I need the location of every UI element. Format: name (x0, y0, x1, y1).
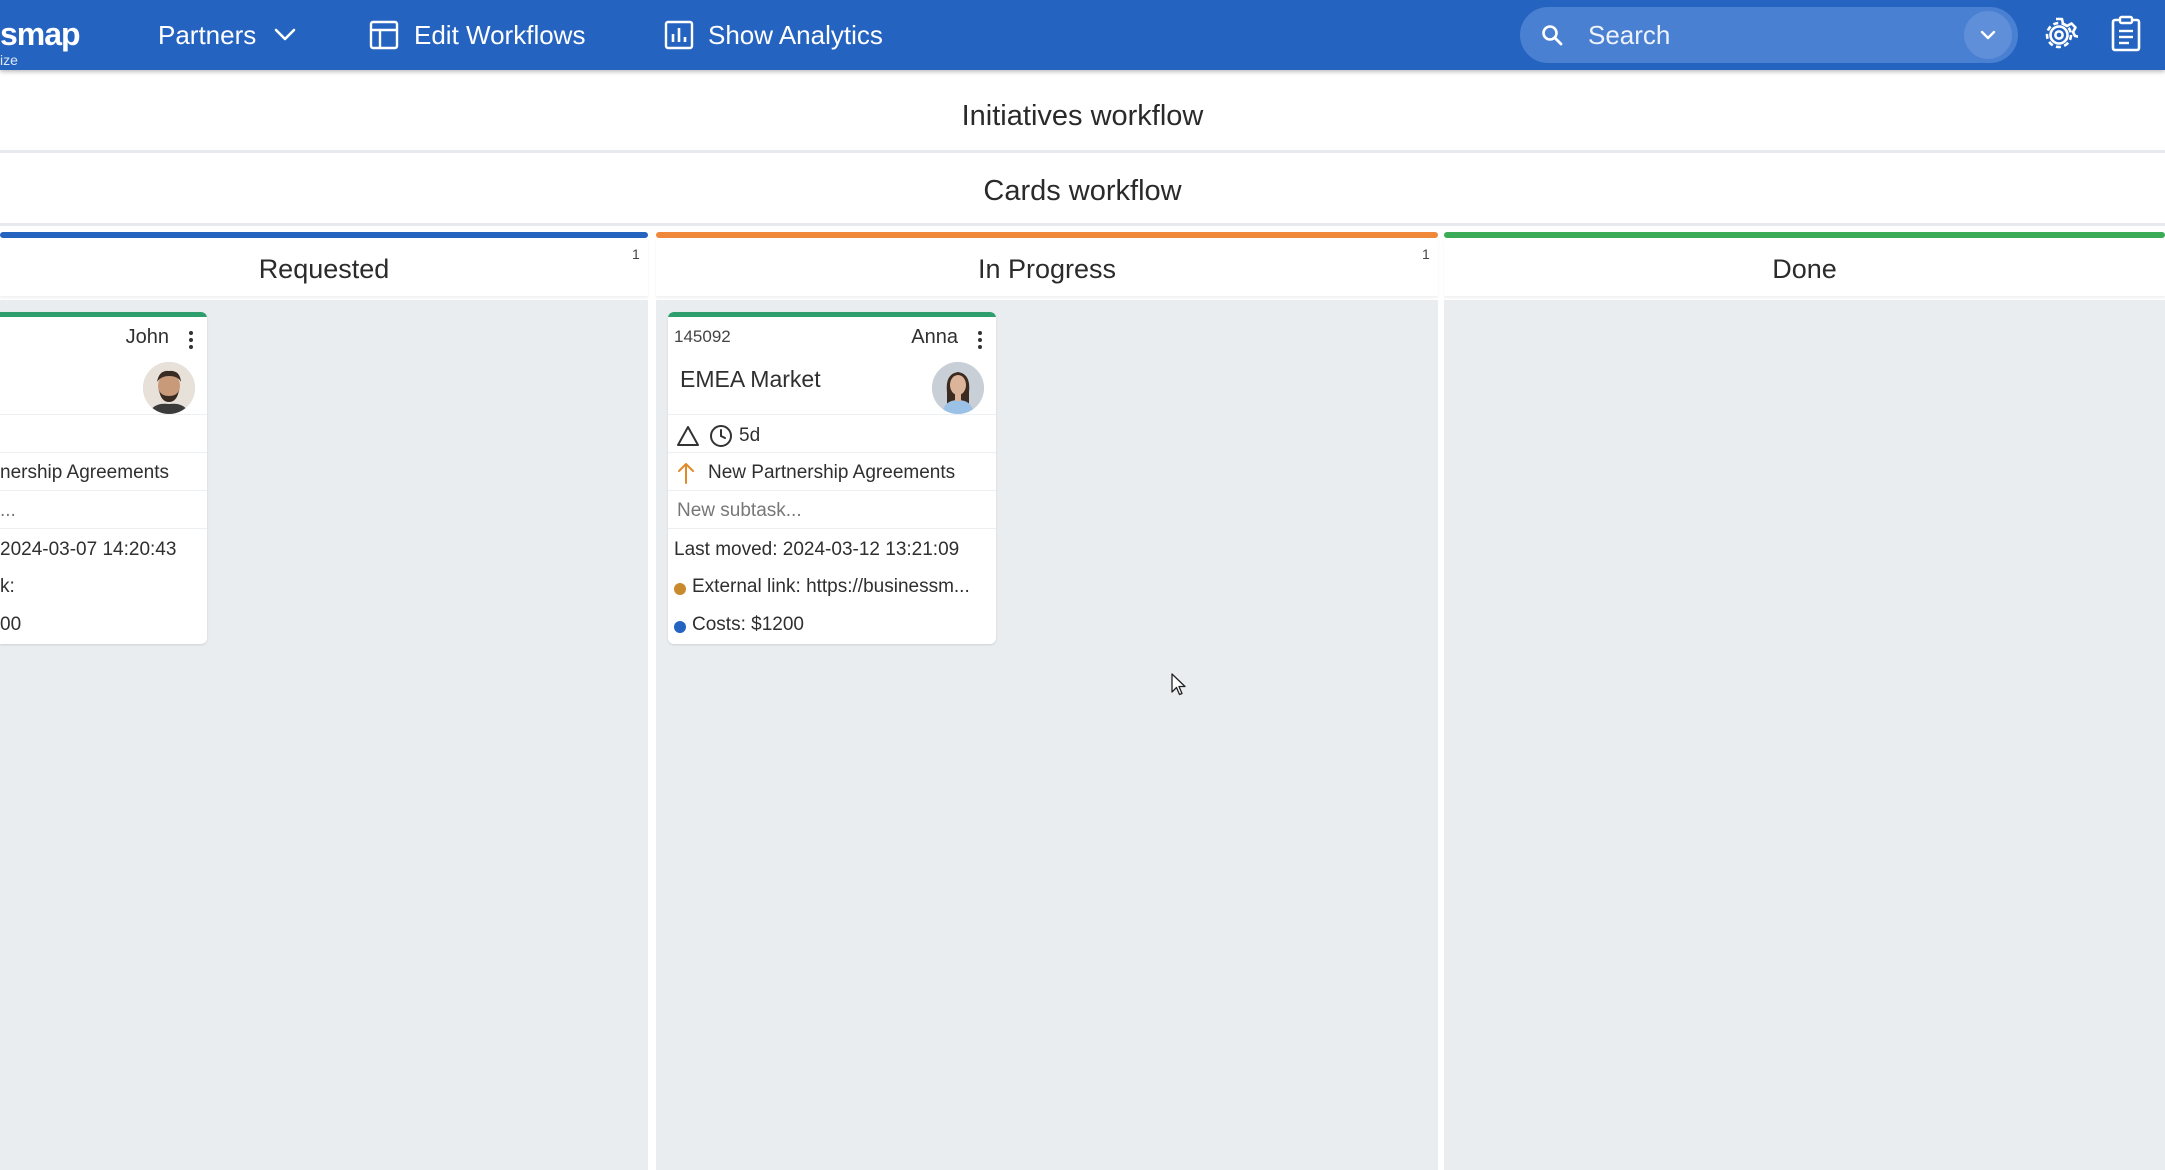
external-link-value[interactable]: https://businessm... (806, 576, 970, 597)
card-costs-field: Costs: $1200 (692, 614, 804, 636)
avatar-man-icon (143, 362, 195, 414)
card-owner-name[interactable]: John (126, 326, 169, 349)
divider (0, 150, 2165, 153)
initiatives-workflow-title[interactable]: Initiatives workflow (0, 100, 2165, 133)
cards-workflow-title[interactable]: Cards workflow (0, 175, 2165, 208)
bar-chart-icon (664, 20, 694, 50)
gear-icon[interactable] (2040, 16, 2078, 54)
costs-label: Costs: (692, 614, 746, 635)
arrow-up-icon (678, 463, 694, 484)
last-moved-value: 2024-03-12 13:21:09 (782, 539, 960, 560)
search-icon (1542, 25, 1563, 46)
clock-icon (710, 425, 732, 447)
top-bar: smap ize Partners Edit Workflows Show An… (0, 0, 2165, 70)
card-menu-icon[interactable] (181, 328, 201, 352)
show-analytics-label: Show Analytics (708, 19, 883, 50)
column-card-count: 1 (632, 246, 640, 262)
card-status-bar (0, 312, 207, 317)
column-header-done[interactable]: Done (1444, 238, 2165, 296)
search-options-button[interactable] (1964, 11, 2012, 59)
external-link-label: External link: (692, 576, 801, 597)
card-costs-field: 00 (0, 614, 22, 635)
card-initiative-link[interactable]: nership Agreements (0, 462, 169, 484)
partners-dropdown[interactable]: Partners (158, 0, 296, 70)
card-divider (0, 528, 207, 529)
card-divider (668, 452, 996, 453)
card-external-link-field[interactable]: External link: https://businessm... (692, 576, 970, 598)
card-subtask-input[interactable]: ... (0, 500, 16, 522)
chevron-down-icon (274, 28, 296, 41)
edit-workflows-button[interactable]: Edit Workflows (368, 0, 585, 70)
warning-triangle-icon (677, 426, 699, 446)
table-icon (369, 20, 399, 50)
card-owner-name[interactable]: Anna (911, 326, 958, 349)
search-input[interactable] (1588, 15, 1918, 55)
column-header-in-progress[interactable]: In Progress (656, 238, 1438, 296)
column-title: Done (1772, 254, 1837, 284)
avatar[interactable] (143, 362, 195, 414)
avatar-woman-icon (932, 362, 984, 414)
card-divider (0, 452, 207, 453)
card-age: 5d (739, 425, 761, 446)
card-menu-icon[interactable] (970, 328, 990, 352)
costs-dot (674, 621, 686, 633)
divider (0, 223, 2165, 226)
avatar[interactable] (932, 362, 984, 414)
partners-label: Partners (158, 19, 257, 50)
last-moved-label: Last moved: (674, 539, 778, 560)
chevron-down-icon (1980, 30, 1996, 40)
column-title: Requested (258, 254, 390, 284)
card-last-moved: Last moved: 2024-03-12 13:21:09 (674, 539, 959, 561)
show-analytics-button[interactable]: Show Analytics (664, 0, 883, 70)
card-subtask-input[interactable]: New subtask... (677, 500, 802, 522)
card-title[interactable]: EMEA Market (680, 366, 821, 393)
column-body-done[interactable] (1444, 300, 2165, 1170)
card-external-link-field[interactable]: k: (0, 576, 15, 598)
logo-text: smap (0, 16, 81, 52)
column-title: In Progress (977, 254, 1117, 284)
card-last-moved: 2024-03-07 14:20:43 (0, 539, 177, 560)
column-header-requested[interactable]: Requested (0, 238, 648, 296)
search-box[interactable] (1520, 7, 2018, 63)
card-initiative-link[interactable]: New Partnership Agreements (708, 462, 955, 484)
card-divider (668, 490, 996, 491)
costs-value: $1200 (751, 614, 804, 635)
card-divider (668, 414, 996, 415)
app-logo[interactable]: smap ize (0, 10, 81, 68)
card-divider (0, 490, 207, 491)
card-id: 145092 (674, 327, 731, 346)
external-link-dot (674, 583, 686, 595)
logo-subtext: ize (0, 52, 18, 68)
column-card-count: 1 (1422, 246, 1430, 262)
card-divider (668, 528, 996, 529)
mouse-cursor-icon (1171, 673, 1186, 696)
clipboard-icon[interactable] (2110, 15, 2142, 53)
kanban-card[interactable]: John nership Agreements ... 2024-03-07 1… (0, 312, 207, 644)
card-divider (0, 414, 207, 415)
edit-workflows-label: Edit Workflows (414, 19, 586, 50)
card-status-bar (668, 312, 996, 317)
kanban-card[interactable]: 145092 Anna EMEA Market 5d New Partnersh… (668, 312, 996, 644)
